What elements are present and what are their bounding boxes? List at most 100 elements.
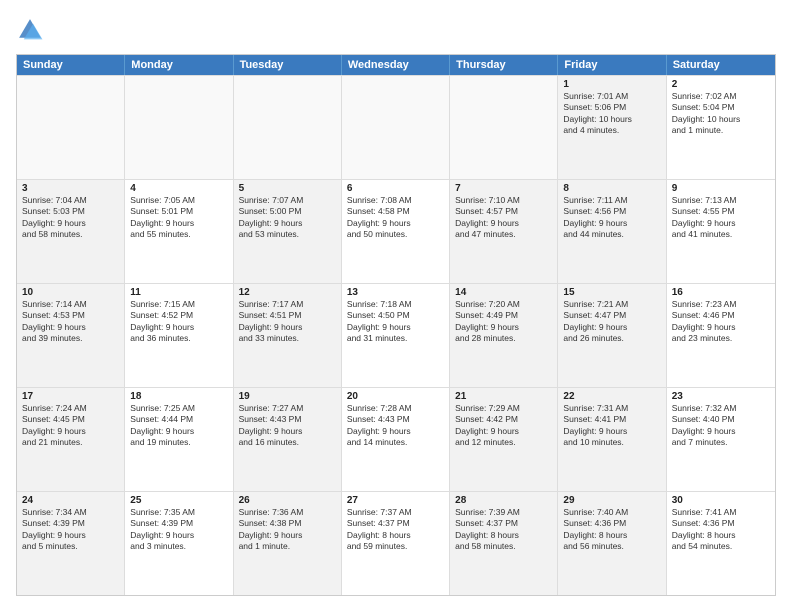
day-number: 18 [130, 391, 227, 402]
page: SundayMondayTuesdayWednesdayThursdayFrid… [0, 0, 792, 612]
day-info: Sunrise: 7:04 AM Sunset: 5:03 PM Dayligh… [22, 195, 119, 241]
day-info: Sunrise: 7:32 AM Sunset: 4:40 PM Dayligh… [672, 403, 770, 449]
calendar-cell: 10Sunrise: 7:14 AM Sunset: 4:53 PM Dayli… [17, 284, 125, 387]
calendar-cell: 1Sunrise: 7:01 AM Sunset: 5:06 PM Daylig… [558, 76, 666, 179]
day-info: Sunrise: 7:27 AM Sunset: 4:43 PM Dayligh… [239, 403, 336, 449]
day-info: Sunrise: 7:18 AM Sunset: 4:50 PM Dayligh… [347, 299, 444, 345]
day-number: 8 [563, 183, 660, 194]
day-info: Sunrise: 7:35 AM Sunset: 4:39 PM Dayligh… [130, 507, 227, 553]
day-number: 11 [130, 287, 227, 298]
day-info: Sunrise: 7:08 AM Sunset: 4:58 PM Dayligh… [347, 195, 444, 241]
calendar-header-cell: Saturday [667, 55, 775, 75]
logo [16, 16, 48, 44]
calendar-cell: 7Sunrise: 7:10 AM Sunset: 4:57 PM Daylig… [450, 180, 558, 283]
calendar-cell: 8Sunrise: 7:11 AM Sunset: 4:56 PM Daylig… [558, 180, 666, 283]
day-info: Sunrise: 7:15 AM Sunset: 4:52 PM Dayligh… [130, 299, 227, 345]
calendar-cell: 17Sunrise: 7:24 AM Sunset: 4:45 PM Dayli… [17, 388, 125, 491]
calendar-header-cell: Monday [125, 55, 233, 75]
day-info: Sunrise: 7:21 AM Sunset: 4:47 PM Dayligh… [563, 299, 660, 345]
calendar-cell: 22Sunrise: 7:31 AM Sunset: 4:41 PM Dayli… [558, 388, 666, 491]
day-info: Sunrise: 7:39 AM Sunset: 4:37 PM Dayligh… [455, 507, 552, 553]
calendar-header-cell: Wednesday [342, 55, 450, 75]
day-number: 28 [455, 495, 552, 506]
calendar-cell: 27Sunrise: 7:37 AM Sunset: 4:37 PM Dayli… [342, 492, 450, 595]
day-info: Sunrise: 7:17 AM Sunset: 4:51 PM Dayligh… [239, 299, 336, 345]
calendar-cell: 30Sunrise: 7:41 AM Sunset: 4:36 PM Dayli… [667, 492, 775, 595]
calendar-cell: 12Sunrise: 7:17 AM Sunset: 4:51 PM Dayli… [234, 284, 342, 387]
day-number: 22 [563, 391, 660, 402]
calendar-cell: 13Sunrise: 7:18 AM Sunset: 4:50 PM Dayli… [342, 284, 450, 387]
calendar-cell: 26Sunrise: 7:36 AM Sunset: 4:38 PM Dayli… [234, 492, 342, 595]
day-number: 7 [455, 183, 552, 194]
day-number: 23 [672, 391, 770, 402]
calendar-cell [342, 76, 450, 179]
day-number: 12 [239, 287, 336, 298]
calendar-cell: 16Sunrise: 7:23 AM Sunset: 4:46 PM Dayli… [667, 284, 775, 387]
day-number: 17 [22, 391, 119, 402]
calendar-cell: 18Sunrise: 7:25 AM Sunset: 4:44 PM Dayli… [125, 388, 233, 491]
calendar-cell: 14Sunrise: 7:20 AM Sunset: 4:49 PM Dayli… [450, 284, 558, 387]
day-info: Sunrise: 7:40 AM Sunset: 4:36 PM Dayligh… [563, 507, 660, 553]
calendar-cell: 5Sunrise: 7:07 AM Sunset: 5:00 PM Daylig… [234, 180, 342, 283]
calendar-row: 17Sunrise: 7:24 AM Sunset: 4:45 PM Dayli… [17, 387, 775, 491]
calendar-header: SundayMondayTuesdayWednesdayThursdayFrid… [17, 55, 775, 75]
calendar-cell: 3Sunrise: 7:04 AM Sunset: 5:03 PM Daylig… [17, 180, 125, 283]
calendar-cell [125, 76, 233, 179]
calendar-cell: 28Sunrise: 7:39 AM Sunset: 4:37 PM Dayli… [450, 492, 558, 595]
day-info: Sunrise: 7:02 AM Sunset: 5:04 PM Dayligh… [672, 91, 770, 137]
day-info: Sunrise: 7:24 AM Sunset: 4:45 PM Dayligh… [22, 403, 119, 449]
calendar-cell: 9Sunrise: 7:13 AM Sunset: 4:55 PM Daylig… [667, 180, 775, 283]
calendar-row: 10Sunrise: 7:14 AM Sunset: 4:53 PM Dayli… [17, 283, 775, 387]
day-number: 29 [563, 495, 660, 506]
calendar-header-cell: Tuesday [234, 55, 342, 75]
header [16, 16, 776, 44]
calendar-cell: 19Sunrise: 7:27 AM Sunset: 4:43 PM Dayli… [234, 388, 342, 491]
calendar-cell: 11Sunrise: 7:15 AM Sunset: 4:52 PM Dayli… [125, 284, 233, 387]
day-number: 14 [455, 287, 552, 298]
calendar-header-cell: Thursday [450, 55, 558, 75]
calendar-body: 1Sunrise: 7:01 AM Sunset: 5:06 PM Daylig… [17, 75, 775, 595]
day-number: 3 [22, 183, 119, 194]
calendar-cell: 29Sunrise: 7:40 AM Sunset: 4:36 PM Dayli… [558, 492, 666, 595]
day-number: 9 [672, 183, 770, 194]
day-info: Sunrise: 7:20 AM Sunset: 4:49 PM Dayligh… [455, 299, 552, 345]
calendar-cell: 20Sunrise: 7:28 AM Sunset: 4:43 PM Dayli… [342, 388, 450, 491]
calendar: SundayMondayTuesdayWednesdayThursdayFrid… [16, 54, 776, 596]
calendar-cell: 6Sunrise: 7:08 AM Sunset: 4:58 PM Daylig… [342, 180, 450, 283]
calendar-header-cell: Friday [558, 55, 666, 75]
calendar-cell: 21Sunrise: 7:29 AM Sunset: 4:42 PM Dayli… [450, 388, 558, 491]
day-number: 30 [672, 495, 770, 506]
day-info: Sunrise: 7:13 AM Sunset: 4:55 PM Dayligh… [672, 195, 770, 241]
day-info: Sunrise: 7:10 AM Sunset: 4:57 PM Dayligh… [455, 195, 552, 241]
day-info: Sunrise: 7:29 AM Sunset: 4:42 PM Dayligh… [455, 403, 552, 449]
day-number: 20 [347, 391, 444, 402]
logo-icon [16, 16, 44, 44]
day-number: 19 [239, 391, 336, 402]
day-info: Sunrise: 7:11 AM Sunset: 4:56 PM Dayligh… [563, 195, 660, 241]
day-number: 10 [22, 287, 119, 298]
day-number: 25 [130, 495, 227, 506]
day-number: 4 [130, 183, 227, 194]
day-number: 5 [239, 183, 336, 194]
calendar-cell: 25Sunrise: 7:35 AM Sunset: 4:39 PM Dayli… [125, 492, 233, 595]
day-number: 6 [347, 183, 444, 194]
day-info: Sunrise: 7:31 AM Sunset: 4:41 PM Dayligh… [563, 403, 660, 449]
day-number: 26 [239, 495, 336, 506]
day-info: Sunrise: 7:25 AM Sunset: 4:44 PM Dayligh… [130, 403, 227, 449]
calendar-row: 24Sunrise: 7:34 AM Sunset: 4:39 PM Dayli… [17, 491, 775, 595]
calendar-cell [450, 76, 558, 179]
calendar-cell: 15Sunrise: 7:21 AM Sunset: 4:47 PM Dayli… [558, 284, 666, 387]
day-number: 21 [455, 391, 552, 402]
day-info: Sunrise: 7:41 AM Sunset: 4:36 PM Dayligh… [672, 507, 770, 553]
day-info: Sunrise: 7:05 AM Sunset: 5:01 PM Dayligh… [130, 195, 227, 241]
calendar-cell: 2Sunrise: 7:02 AM Sunset: 5:04 PM Daylig… [667, 76, 775, 179]
calendar-cell: 4Sunrise: 7:05 AM Sunset: 5:01 PM Daylig… [125, 180, 233, 283]
day-number: 27 [347, 495, 444, 506]
day-info: Sunrise: 7:07 AM Sunset: 5:00 PM Dayligh… [239, 195, 336, 241]
day-info: Sunrise: 7:34 AM Sunset: 4:39 PM Dayligh… [22, 507, 119, 553]
calendar-row: 3Sunrise: 7:04 AM Sunset: 5:03 PM Daylig… [17, 179, 775, 283]
calendar-cell [17, 76, 125, 179]
day-info: Sunrise: 7:01 AM Sunset: 5:06 PM Dayligh… [563, 91, 660, 137]
day-info: Sunrise: 7:36 AM Sunset: 4:38 PM Dayligh… [239, 507, 336, 553]
calendar-row: 1Sunrise: 7:01 AM Sunset: 5:06 PM Daylig… [17, 75, 775, 179]
